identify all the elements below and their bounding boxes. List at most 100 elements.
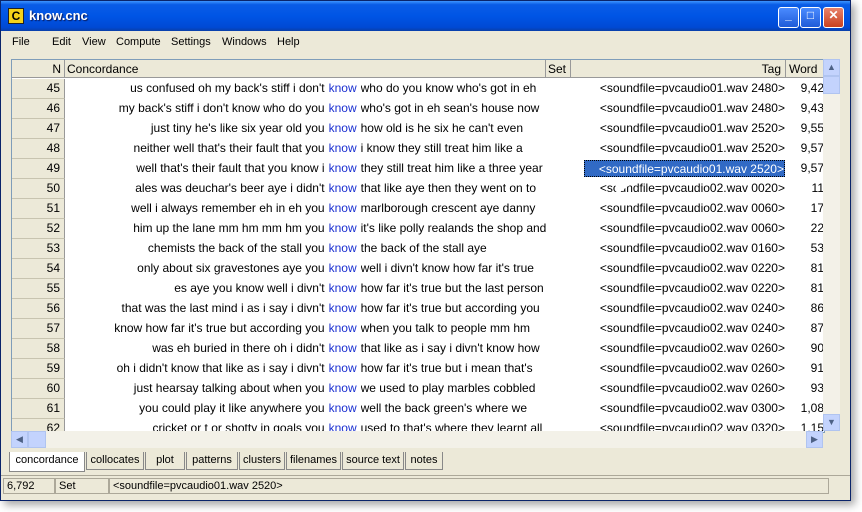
vertical-scroll-thumb[interactable] bbox=[823, 76, 840, 94]
keyword-hit[interactable]: know bbox=[325, 139, 361, 159]
column-header-set[interactable]: Set bbox=[546, 60, 571, 78]
keyword-hit[interactable]: know bbox=[325, 79, 361, 99]
tag-cell[interactable]: <soundfile=pvcaudio02.wav 0060> bbox=[584, 200, 785, 217]
keyword-hit[interactable]: know bbox=[325, 339, 361, 359]
concordance-line[interactable]: well that's their fault that you know ik… bbox=[12, 159, 548, 179]
tab-clusters[interactable]: clusters bbox=[239, 452, 285, 470]
keyword-hit[interactable]: know bbox=[325, 279, 361, 299]
keyword-hit[interactable]: know bbox=[325, 399, 361, 419]
table-row[interactable]: 52 him up the lane mm hm mm hm you know it'… bbox=[12, 219, 824, 239]
keyword-hit[interactable]: know bbox=[325, 259, 361, 279]
tag-cell[interactable]: <soundfile=pvcaudio02.wav 0060> bbox=[584, 220, 785, 237]
column-header-concordance[interactable]: Concordance bbox=[65, 60, 546, 78]
table-row[interactable]: 50 ales was deuchar's beer aye i didn't kn… bbox=[12, 179, 824, 199]
concordance-line[interactable]: just tiny he's like six year old you know… bbox=[12, 119, 548, 139]
tag-cell[interactable]: <soundfile=pvcaudio01.wav 2480> bbox=[584, 100, 785, 117]
concordance-line[interactable]: know how far it's true but according you… bbox=[12, 319, 548, 339]
table-row[interactable]: 61 you could play it like anywhere you kno… bbox=[12, 399, 824, 419]
tag-cell[interactable]: <soundfile=pvcaudio02.wav 0160> bbox=[584, 240, 785, 257]
table-row[interactable]: 58 was eh buried in there oh i didn't know… bbox=[12, 339, 824, 359]
table-row[interactable]: 48 neither well that's their fault that y… bbox=[12, 139, 824, 159]
tab-collocates[interactable]: collocates bbox=[86, 452, 144, 470]
keyword-hit[interactable]: know bbox=[325, 119, 361, 139]
tag-cell[interactable]: <soundfile=pvcaudio02.wav 0240> bbox=[584, 300, 785, 317]
keyword-hit[interactable]: know bbox=[325, 239, 361, 259]
tag-cell[interactable]: <soundfile=pvcaudio01.wav 2520> bbox=[584, 120, 785, 137]
tag-cell[interactable]: <soundfile=pvcaudio02.wav 0260> bbox=[584, 340, 785, 357]
scroll-up-button[interactable]: ▲ bbox=[823, 59, 840, 76]
scroll-left-button[interactable]: ◀ bbox=[11, 431, 28, 448]
table-row[interactable]: 56 that was the last mind i as i say i di… bbox=[12, 299, 824, 319]
title-bar[interactable]: C know.cnc _ □ ✕ bbox=[1, 1, 850, 31]
concordance-line[interactable]: only about six gravestones aye you know we… bbox=[12, 259, 548, 279]
concordance-line[interactable]: chemists the back of the stall you know th… bbox=[12, 239, 548, 259]
tag-cell[interactable]: <soundfile=pvcaudio02.wav 0220> bbox=[584, 260, 785, 277]
menu-windows[interactable]: Windows bbox=[222, 36, 267, 48]
scroll-down-button[interactable]: ▼ bbox=[823, 414, 840, 431]
keyword-hit[interactable]: know bbox=[325, 219, 361, 239]
concordance-line[interactable]: es aye you know well i divn't know how far… bbox=[12, 279, 548, 299]
tag-cell[interactable]: <soundfile=pvcaudio02.wav 0260> bbox=[584, 360, 785, 377]
tag-cell[interactable]: <soundfile=pvcaudio01.wav 2520> bbox=[584, 160, 785, 177]
tag-cell[interactable]: <soundfile=pvcaudio02.wav 0240> bbox=[584, 320, 785, 337]
menu-settings[interactable]: Settings bbox=[171, 36, 211, 48]
column-header-word[interactable]: Word bbox=[786, 60, 824, 78]
concordance-line[interactable]: my back's stiff i don't know who do you k… bbox=[12, 99, 548, 119]
close-button[interactable]: ✕ bbox=[823, 7, 844, 28]
concordance-line[interactable]: just hearsay talking about when you know w… bbox=[12, 379, 548, 399]
scroll-right-button[interactable]: ▶ bbox=[806, 431, 823, 448]
concordance-line[interactable]: oh i didn't know that like as i say i di… bbox=[12, 359, 548, 379]
minimize-button[interactable]: _ bbox=[778, 7, 799, 28]
menu-compute[interactable]: Compute bbox=[116, 36, 161, 48]
table-row[interactable]: 59 oh i didn't know that like as i say i … bbox=[12, 359, 824, 379]
keyword-hit[interactable]: know bbox=[325, 319, 361, 339]
table-row[interactable]: 45 us confused oh my back's stiff i don't… bbox=[12, 79, 824, 99]
tag-cell[interactable]: <soundfile=pvcaudio01.wav 2520> bbox=[584, 140, 785, 157]
table-row[interactable]: 47 just tiny he's like six year old you kn… bbox=[12, 119, 824, 139]
keyword-hit[interactable]: know bbox=[325, 99, 361, 119]
tab-source-text[interactable]: source text bbox=[342, 452, 404, 470]
table-row[interactable]: 57 know how far it's true but according y… bbox=[12, 319, 824, 339]
table-row[interactable]: 49 well that's their fault that you know … bbox=[12, 159, 824, 179]
concordance-line[interactable]: you could play it like anywhere you know w… bbox=[12, 399, 548, 419]
column-header-tag[interactable]: Tag bbox=[571, 60, 786, 78]
tag-cell[interactable]: <soundfile=pvcaudio01.wav 2480> bbox=[584, 80, 785, 97]
horizontal-scrollbar[interactable]: ◀ ▶ bbox=[11, 431, 823, 448]
maximize-button[interactable]: □ bbox=[800, 7, 821, 28]
concordance-line[interactable]: ales was deuchar's beer aye i didn't know… bbox=[12, 179, 548, 199]
column-header-n[interactable]: N bbox=[12, 60, 65, 78]
concordance-line[interactable]: was eh buried in there oh i didn't know th… bbox=[12, 339, 548, 359]
concordance-line[interactable]: that was the last mind i as i say i divn… bbox=[12, 299, 548, 319]
concordance-line[interactable]: him up the lane mm hm mm hm you know it's … bbox=[12, 219, 548, 239]
table-row[interactable]: 55 es aye you know well i divn't know how f… bbox=[12, 279, 824, 299]
keyword-hit[interactable]: know bbox=[325, 359, 361, 379]
tab-notes[interactable]: notes bbox=[405, 452, 443, 470]
tab-patterns[interactable]: patterns bbox=[186, 452, 238, 470]
tab-concordance[interactable]: concordance bbox=[9, 452, 85, 472]
table-row[interactable]: 51 well i always remember eh in eh you kno… bbox=[12, 199, 824, 219]
tag-cell[interactable]: <soundfile=pvcaudio02.wav 0260> bbox=[584, 380, 785, 397]
concordance-line[interactable]: us confused oh my back's stiff i don't kn… bbox=[12, 79, 548, 99]
menu-edit[interactable]: Edit bbox=[52, 36, 71, 48]
keyword-hit[interactable]: know bbox=[325, 179, 361, 199]
tab-filenames[interactable]: filenames bbox=[286, 452, 341, 470]
menu-file[interactable]: File bbox=[12, 36, 30, 48]
table-row[interactable]: 54 only about six gravestones aye you know… bbox=[12, 259, 824, 279]
tag-cell[interactable]: <soundfile=pvcaudio02.wav 0300> bbox=[584, 400, 785, 417]
menu-view[interactable]: View bbox=[82, 36, 106, 48]
tag-cell[interactable]: <soundfile=pvcaudio02.wav 0220> bbox=[584, 280, 785, 297]
tab-plot[interactable]: plot bbox=[145, 452, 185, 470]
table-row[interactable]: 60 just hearsay talking about when you kno… bbox=[12, 379, 824, 399]
keyword-hit[interactable]: know bbox=[325, 299, 361, 319]
concordance-line[interactable]: neither well that's their fault that you… bbox=[12, 139, 548, 159]
keyword-hit[interactable]: know bbox=[325, 159, 361, 179]
horizontal-scroll-thumb[interactable] bbox=[28, 431, 46, 448]
concordance-grid[interactable]: N Concordance Set Tag Word 45 us confused… bbox=[11, 59, 825, 433]
menu-help[interactable]: Help bbox=[277, 36, 300, 48]
vertical-scrollbar[interactable]: ▲ ▼ bbox=[823, 59, 840, 431]
concordance-line[interactable]: well i always remember eh in eh you know m… bbox=[12, 199, 548, 219]
table-row[interactable]: 46 my back's stiff i don't know who do yo… bbox=[12, 99, 824, 119]
keyword-hit[interactable]: know bbox=[325, 379, 361, 399]
keyword-hit[interactable]: know bbox=[325, 199, 361, 219]
table-row[interactable]: 53 chemists the back of the stall you know… bbox=[12, 239, 824, 259]
